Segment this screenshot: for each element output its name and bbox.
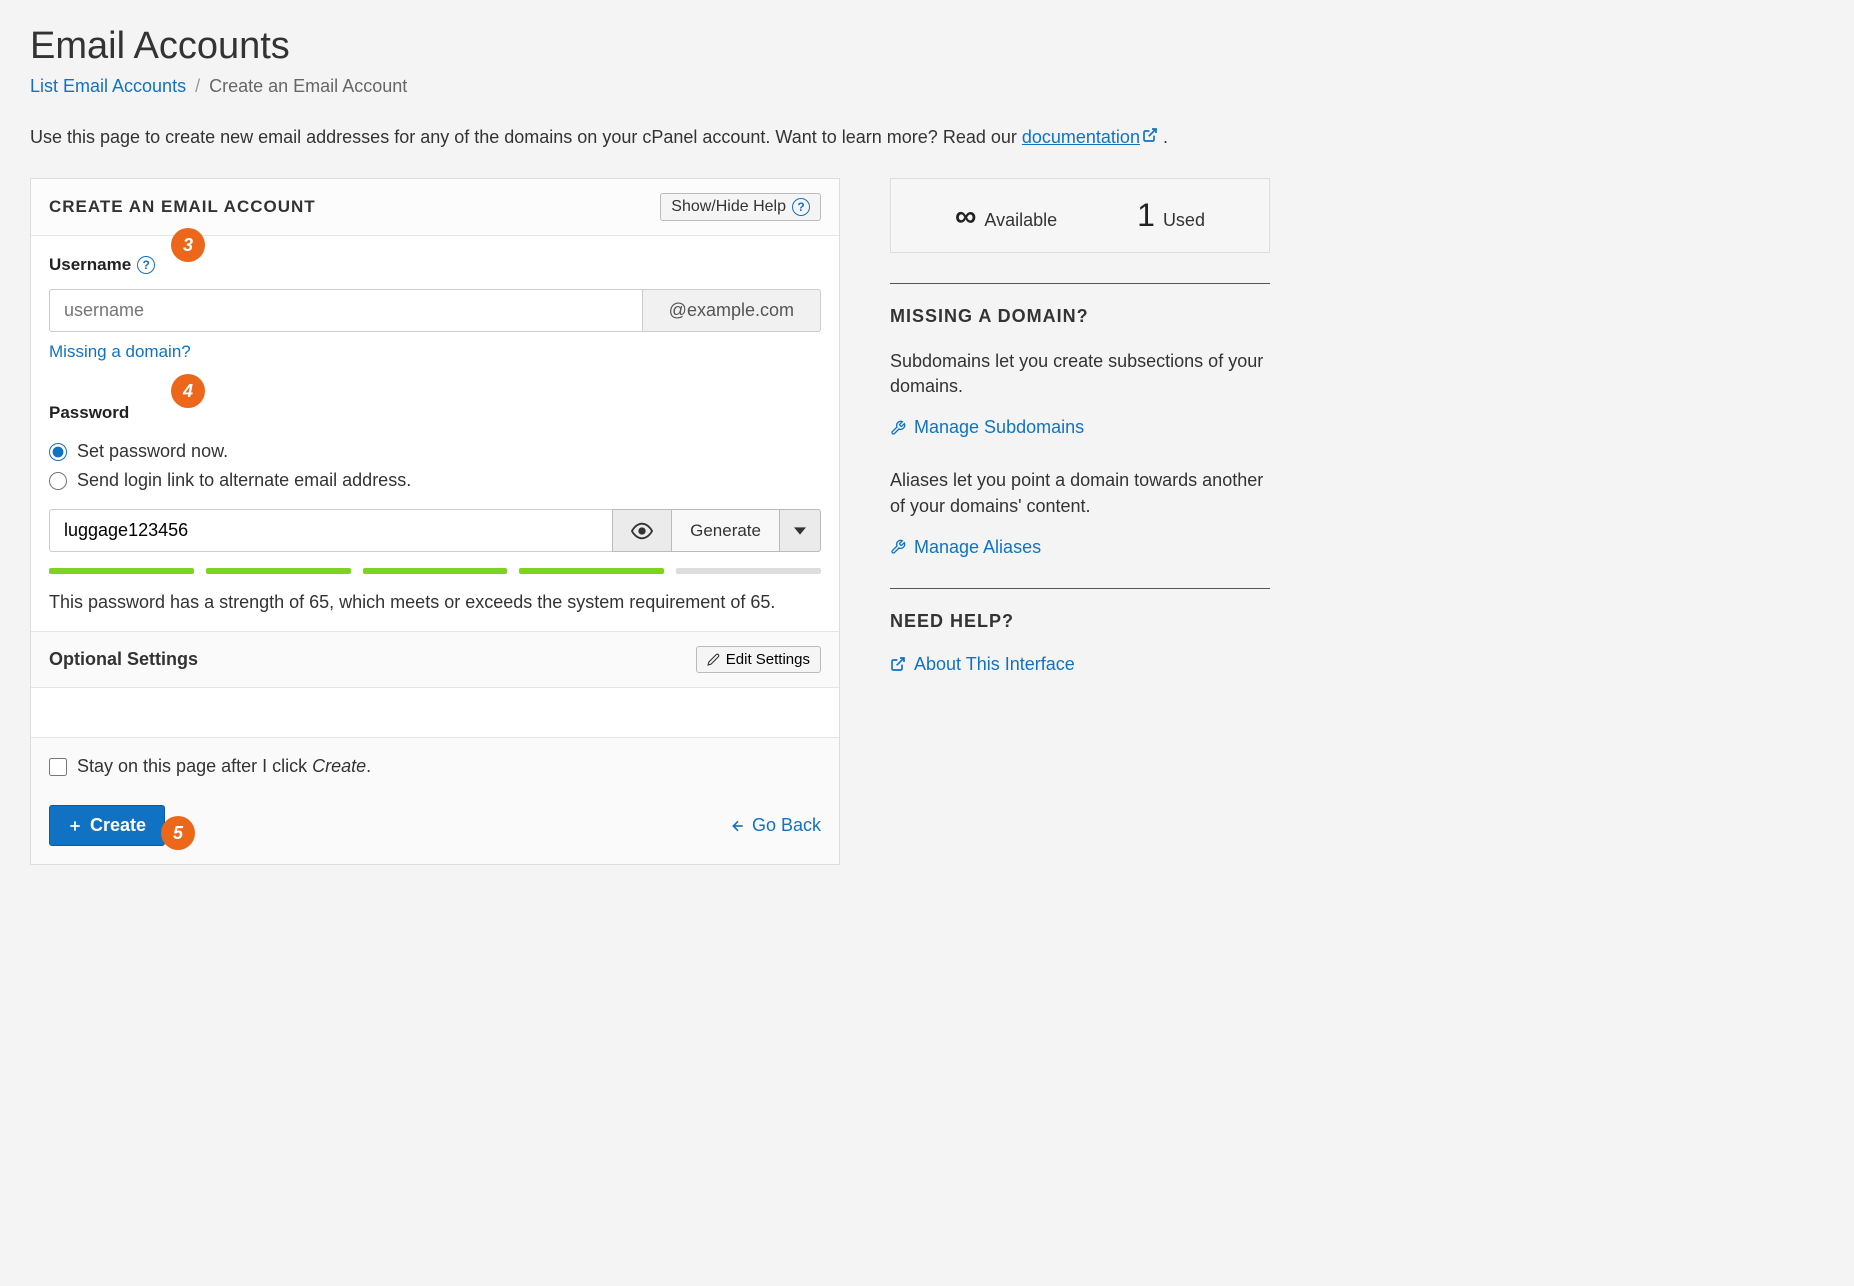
stay-on-page-option[interactable]: Stay on this page after I click Create. [49, 756, 821, 777]
about-interface-link[interactable]: About This Interface [890, 654, 1270, 675]
stat-used-value: 1 [1137, 197, 1155, 234]
subdomains-text: Subdomains let you create subsections of… [890, 349, 1270, 399]
missing-domain-link[interactable]: Missing a domain? [49, 342, 191, 362]
stats-box: ∞ Available 1 Used [890, 178, 1270, 253]
strength-segment [206, 568, 351, 574]
external-link-icon [890, 656, 906, 672]
domain-addon: @example.com [643, 289, 821, 332]
go-back-link[interactable]: Go Back [730, 815, 821, 836]
manage-subdomains-link[interactable]: Manage Subdomains [890, 417, 1270, 438]
optional-settings-title: Optional Settings [49, 649, 198, 670]
documentation-link[interactable]: documentation [1022, 127, 1140, 147]
password-send-link-radio[interactable] [49, 472, 67, 490]
breadcrumb: List Email Accounts / Create an Email Ac… [30, 76, 1270, 97]
create-button-label: Create [90, 815, 146, 836]
go-back-label: Go Back [752, 815, 821, 836]
need-help-heading: NEED HELP? [890, 611, 1270, 632]
username-label: Username ? [49, 255, 155, 275]
question-icon: ? [792, 198, 810, 216]
edit-settings-label: Edit Settings [726, 651, 810, 668]
password-set-now-radio[interactable] [49, 443, 67, 461]
stat-used-label: Used [1163, 210, 1205, 231]
intro-post: . [1158, 127, 1168, 147]
wrench-icon [890, 420, 906, 436]
divider [890, 283, 1270, 284]
stay-label-pre: Stay on this page after I click [77, 756, 312, 776]
generate-password-button[interactable]: Generate [671, 509, 779, 552]
about-interface-label: About This Interface [914, 654, 1075, 675]
help-toggle-label: Show/Hide Help [671, 198, 786, 216]
password-strength-bar [49, 568, 821, 574]
show-hide-help-button[interactable]: Show/Hide Help ? [660, 193, 821, 221]
panel-title: CREATE AN EMAIL ACCOUNT [49, 197, 316, 217]
question-icon[interactable]: ? [137, 256, 155, 274]
stat-available-label: Available [984, 210, 1057, 231]
annotation-5: 5 [161, 816, 195, 850]
create-button[interactable]: Create [49, 805, 165, 846]
manage-subdomains-label: Manage Subdomains [914, 417, 1084, 438]
intro-pre: Use this page to create new email addres… [30, 127, 1022, 147]
toggle-password-visibility-button[interactable] [612, 509, 671, 552]
breadcrumb-separator: / [195, 76, 200, 96]
password-label: Password [49, 403, 129, 423]
strength-segment [363, 568, 508, 574]
password-send-link-label: Send login link to alternate email addre… [77, 470, 411, 491]
strength-segment [676, 568, 821, 574]
eye-icon [631, 520, 653, 542]
annotation-4: 4 [171, 374, 205, 408]
page-title: Email Accounts [30, 25, 1270, 68]
stat-available-value: ∞ [955, 200, 976, 234]
breadcrumb-current: Create an Email Account [209, 76, 407, 96]
username-label-text: Username [49, 255, 131, 275]
password-input[interactable] [49, 509, 612, 552]
edit-settings-button[interactable]: Edit Settings [696, 646, 821, 673]
stay-label-post: . [366, 756, 371, 776]
stay-label-em: Create [312, 756, 366, 776]
generate-dropdown-button[interactable] [779, 509, 821, 552]
password-strength-text: This password has a strength of 65, whic… [49, 592, 821, 613]
wrench-icon [890, 539, 906, 555]
password-set-now-option[interactable]: Set password now. [49, 441, 821, 462]
annotation-3: 3 [171, 228, 205, 262]
divider [890, 588, 1270, 589]
aliases-text: Aliases let you point a domain towards a… [890, 468, 1270, 518]
caret-down-icon [794, 525, 806, 537]
manage-aliases-link[interactable]: Manage Aliases [890, 537, 1270, 558]
create-account-panel: CREATE AN EMAIL ACCOUNT Show/Hide Help ?… [30, 178, 840, 865]
username-input[interactable] [49, 289, 643, 332]
pencil-icon [707, 653, 720, 666]
password-send-link-option[interactable]: Send login link to alternate email addre… [49, 470, 821, 491]
intro-text: Use this page to create new email addres… [30, 127, 1270, 148]
manage-aliases-label: Manage Aliases [914, 537, 1041, 558]
arrow-left-icon [730, 818, 746, 834]
strength-segment [49, 568, 194, 574]
missing-domain-heading: MISSING A DOMAIN? [890, 306, 1270, 327]
stay-on-page-checkbox[interactable] [49, 758, 67, 776]
breadcrumb-list-link[interactable]: List Email Accounts [30, 76, 186, 96]
strength-segment [519, 568, 664, 574]
external-link-icon [1142, 127, 1158, 148]
plus-icon [68, 819, 82, 833]
optional-settings-body [31, 687, 839, 737]
password-set-now-label: Set password now. [77, 441, 228, 462]
